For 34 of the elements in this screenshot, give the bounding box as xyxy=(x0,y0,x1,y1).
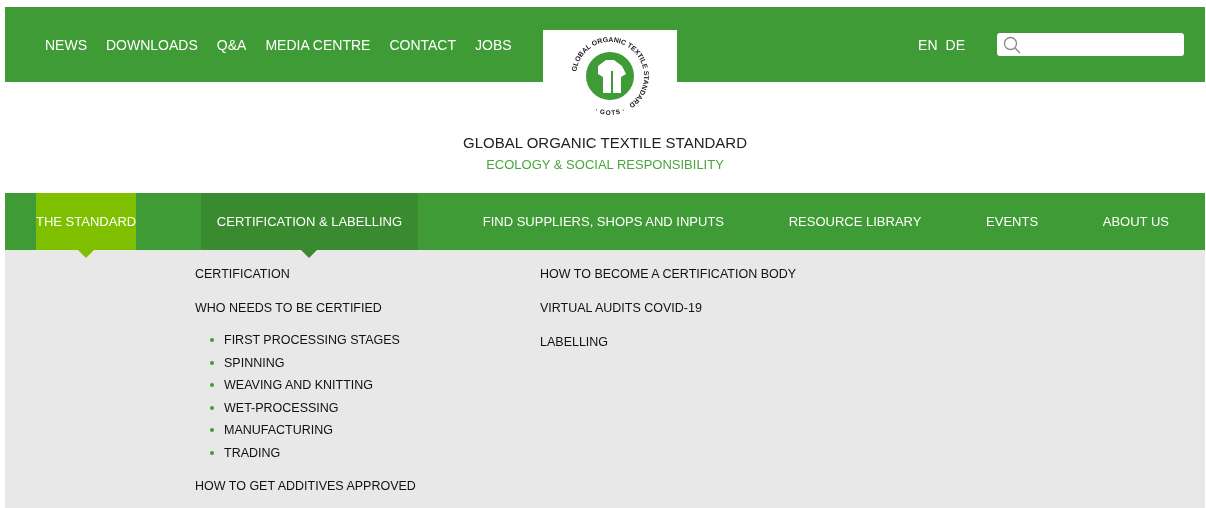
submenu-item[interactable]: FIRST PROCESSING STAGES xyxy=(224,332,400,348)
menu-item[interactable]: HOW TO GET ADDITIVES APPROVED xyxy=(195,477,416,494)
top-link[interactable]: DOWNLOADS xyxy=(106,36,198,53)
bullet-icon xyxy=(210,450,214,455)
bullet-icon xyxy=(210,428,214,433)
submenu-item[interactable]: WET-PROCESSING xyxy=(224,399,339,416)
nav-tab[interactable]: FIND SUPPLIERS, SHOPS AND INPUTS xyxy=(482,193,724,250)
top-link[interactable]: Q&A xyxy=(216,36,247,53)
submenu-item[interactable]: SPINNING xyxy=(224,354,285,371)
site-title: GLOBAL ORGANIC TEXTILE STANDARD xyxy=(463,134,747,151)
submenu-item[interactable]: WEAVING AND KNITTING xyxy=(224,377,374,394)
menu-item[interactable]: WHO NEEDS TO BE CERTIFIED xyxy=(195,300,382,316)
search-icon xyxy=(1003,35,1021,54)
nav-tab[interactable]: ABOUT US xyxy=(1102,193,1169,250)
top-link[interactable]: NEWS xyxy=(45,36,87,53)
bullet-icon xyxy=(210,383,214,388)
top-link[interactable]: JOBS xyxy=(475,36,512,53)
bullet-icon xyxy=(210,360,214,365)
top-link[interactable]: MEDIA CENTRE xyxy=(265,36,371,53)
bullet-icon xyxy=(210,405,214,410)
submenu-item[interactable]: MANUFACTURING xyxy=(224,422,334,439)
search-field[interactable] xyxy=(997,33,1184,56)
menu-item[interactable]: VIRTUAL AUDITS COVID-19 xyxy=(540,300,702,316)
bullet-icon xyxy=(210,338,214,342)
top-link[interactable]: CONTACT xyxy=(389,36,456,53)
nav-tab[interactable]: RESOURCE LIBRARY xyxy=(788,193,922,250)
nav-tab[interactable]: EVENTS xyxy=(986,193,1039,250)
submenu-item[interactable]: TRADING xyxy=(224,444,281,461)
menu-item[interactable]: LABELLING xyxy=(540,334,609,350)
language-link[interactable]: EN xyxy=(918,36,938,53)
menu-item[interactable]: CERTIFICATION xyxy=(195,266,290,282)
menu-item[interactable]: HOW TO BECOME A CERTIFICATION BODY xyxy=(540,266,797,282)
site-tagline: ECOLOGY & SOCIAL RESPONSIBILITY xyxy=(486,157,724,172)
language-link[interactable]: DE xyxy=(945,36,965,53)
